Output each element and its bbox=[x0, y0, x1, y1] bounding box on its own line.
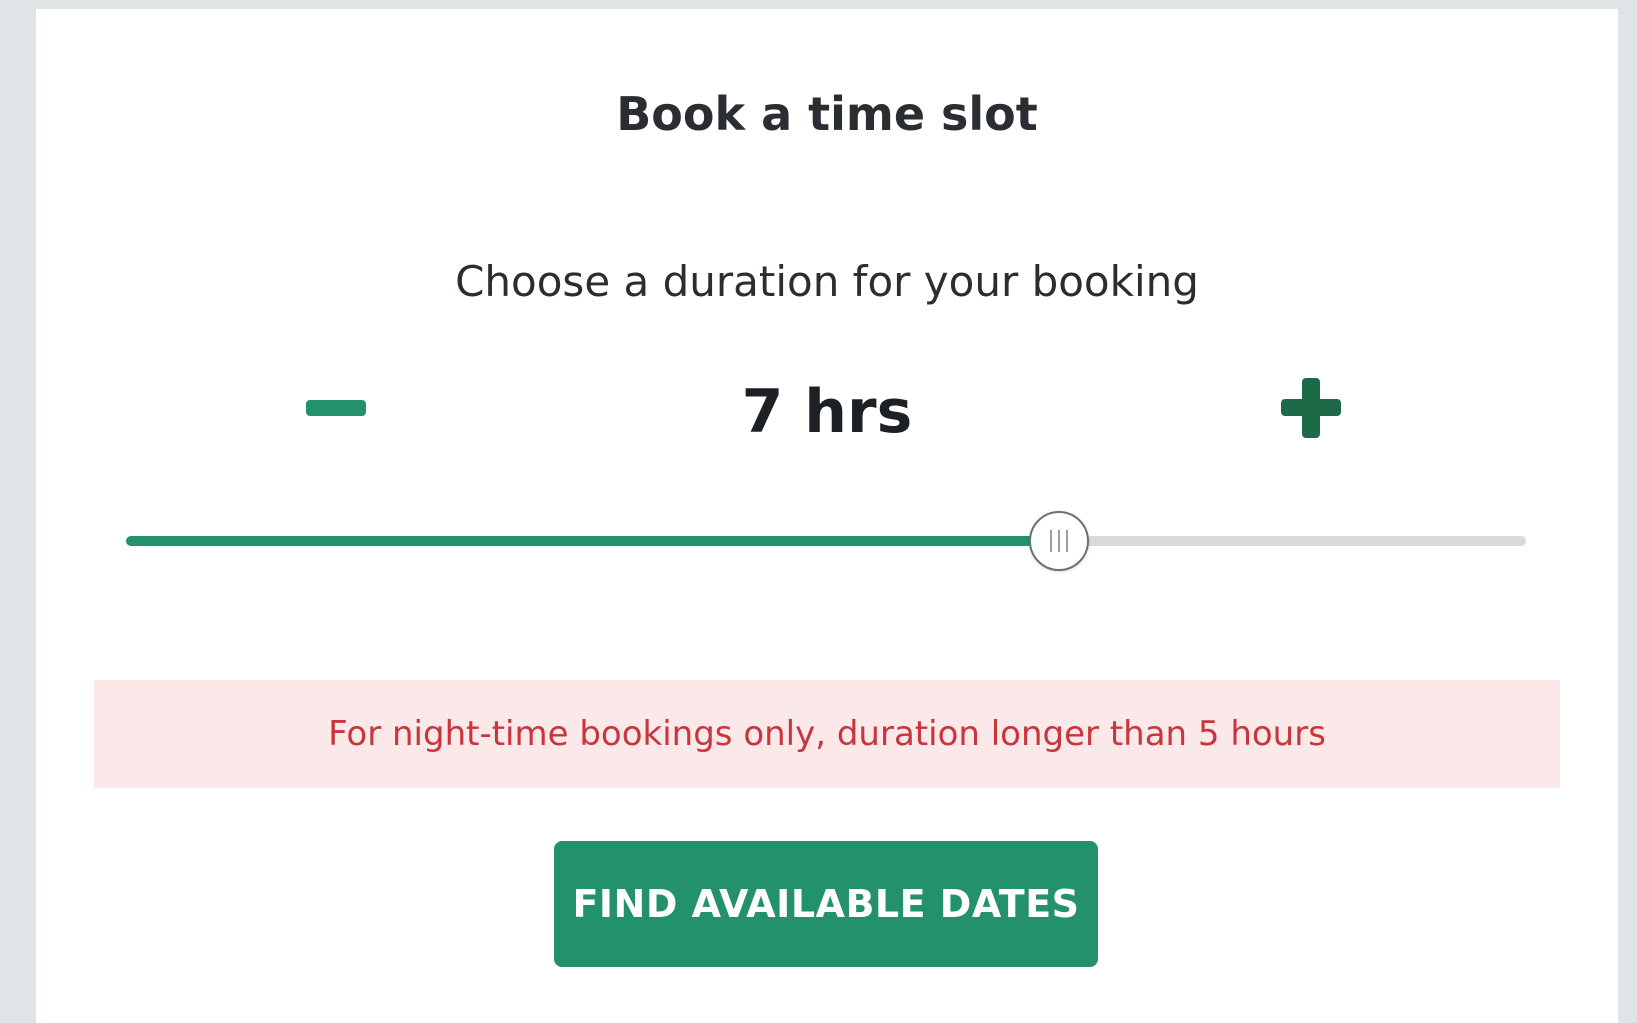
alert-message: For night-time bookings only, duration l… bbox=[328, 714, 1326, 754]
booking-card: Book a time slot Choose a duration for y… bbox=[36, 9, 1618, 1023]
increase-duration-button[interactable] bbox=[1271, 367, 1351, 447]
duration-slider[interactable] bbox=[126, 511, 1526, 571]
page-title: Book a time slot bbox=[616, 87, 1038, 141]
duration-value: 7 hrs bbox=[741, 377, 913, 447]
find-available-dates-button[interactable]: FIND AVAILABLE DATES bbox=[554, 841, 1098, 967]
slider-fill bbox=[126, 536, 1060, 546]
slider-thumb[interactable] bbox=[1029, 511, 1090, 571]
slider-track[interactable] bbox=[126, 536, 1526, 546]
duration-prompt: Choose a duration for your booking bbox=[455, 257, 1199, 306]
night-booking-alert: For night-time bookings only, duration l… bbox=[94, 680, 1560, 788]
plus-icon-vertical bbox=[1302, 378, 1320, 438]
